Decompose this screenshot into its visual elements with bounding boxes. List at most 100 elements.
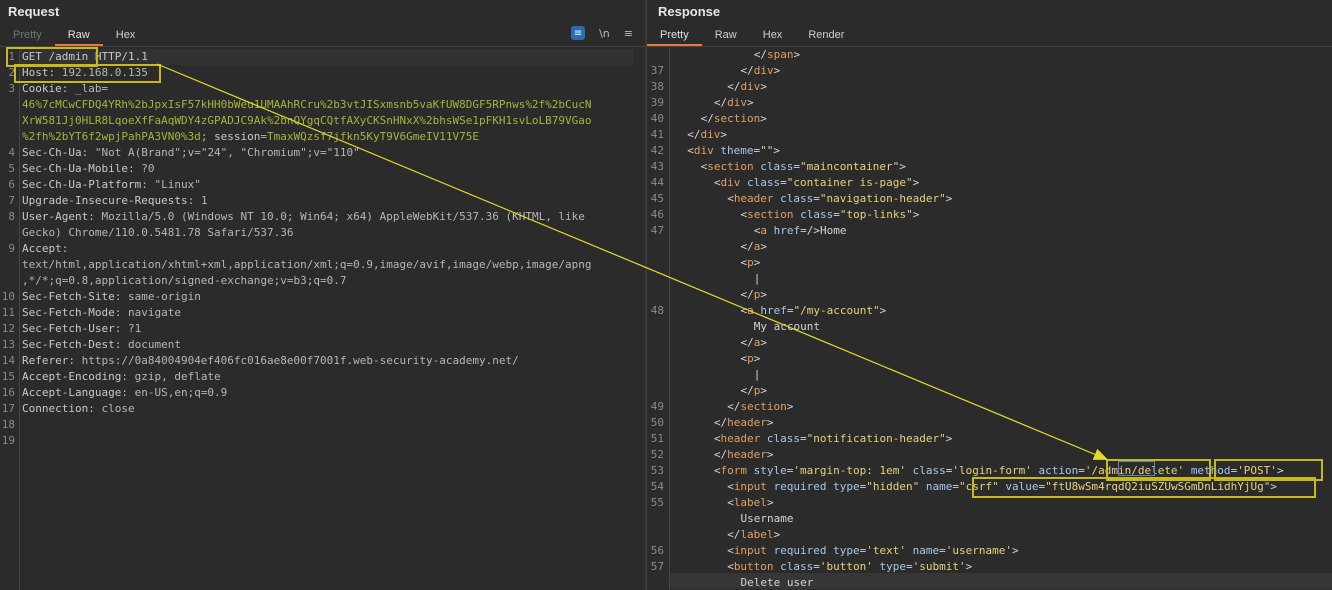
code-token: "maincontainer": [799, 160, 900, 173]
code-token: a: [760, 224, 774, 237]
code-token: div: [727, 96, 748, 109]
line-number: [0, 257, 15, 273]
code-token: "hidden": [866, 480, 920, 493]
line-number: [647, 367, 664, 383]
code-token: : same-origin: [114, 290, 201, 303]
code-token: >: [753, 352, 761, 365]
code-token: type: [833, 480, 860, 493]
code-token: ,*/*;q=0.8,application/signed-exchange;v…: [22, 274, 347, 287]
code-token: <: [713, 464, 721, 477]
code-token: input: [733, 544, 774, 557]
code-token: >: [793, 48, 801, 61]
code-line: Cookie: _lab=: [22, 81, 108, 97]
code-token: Connection: [22, 402, 89, 415]
line-number: [0, 273, 15, 289]
code-token: value: [1005, 480, 1039, 493]
code-token: 'margin-top: 1em': [793, 464, 906, 477]
code-token: : "Not A(Brand";v="24", "Chromium";v="11…: [81, 146, 360, 159]
code-token: type: [879, 560, 907, 573]
code-token: header: [733, 192, 781, 205]
code-token: p: [747, 256, 754, 269]
code-line: <a href="/my-account">: [741, 303, 887, 319]
line-number: 14: [1, 354, 15, 367]
code-token: name: [912, 544, 940, 557]
code-token: >: [945, 432, 953, 445]
tab-raw[interactable]: Raw: [702, 27, 750, 46]
code-token: Gecko) Chrome/110.0.5481.78 Safari/537.3…: [22, 226, 294, 239]
code-token: header: [727, 416, 767, 429]
code-line: Accept-Encoding: gzip, deflate: [22, 369, 221, 385]
code-token: </: [727, 528, 741, 541]
code-token: class: [912, 464, 946, 477]
code-line: </label>: [727, 527, 780, 543]
code-token: >: [912, 208, 920, 221]
code-token: div: [700, 128, 721, 141]
line-number: [647, 255, 664, 271]
line-number: 41: [650, 128, 664, 141]
code-line: <div theme="">: [687, 143, 780, 159]
tab-hex[interactable]: Hex: [750, 27, 796, 46]
line-number: [0, 97, 15, 113]
code-token: >: [766, 496, 774, 509]
tab-render[interactable]: Render: [795, 27, 857, 46]
code-token: >: [899, 160, 906, 173]
wrap-lines-icon[interactable]: ≡: [571, 26, 586, 40]
code-token: name: [925, 480, 953, 493]
request-editor[interactable]: 1 GET /admin HTTP/1.1 2 Host: 192.168.0.135…: [0, 48, 645, 590]
code-token: input: [733, 480, 774, 493]
code-token: GET /admin HTTP/1.1: [22, 50, 148, 63]
code-token: >: [773, 64, 781, 77]
code-token: =: [793, 160, 800, 173]
code-token: section: [713, 112, 761, 125]
code-line: </div>: [687, 127, 727, 143]
response-editor[interactable]: </span> 37 </div> 38 </div> 39 </div> 40 </secti…: [647, 48, 1332, 590]
code-token: method: [1190, 464, 1231, 477]
newline-toggle-button[interactable]: \n: [599, 27, 610, 40]
code-token: theme: [720, 144, 754, 157]
code-token: |: [753, 368, 761, 381]
tab-raw[interactable]: Raw: [54, 27, 103, 46]
code-token: Sec-Fetch-Site: [22, 290, 115, 303]
code-token: TmaxWQzsf7jfkn5KyT9V6GmeIV11V75E: [267, 130, 479, 143]
code-token: >: [760, 336, 767, 349]
code-token: Sec-Fetch-Mode: [22, 306, 115, 319]
code-token: <: [713, 432, 721, 445]
code-line: <button class='button' type='submit'>: [727, 559, 972, 575]
hamburger-menu-icon[interactable]: ≡: [624, 27, 633, 40]
code-token: class: [760, 160, 794, 173]
code-token: =: [939, 544, 946, 557]
code-token: >: [1012, 544, 1019, 557]
line-number: 54: [650, 480, 664, 493]
code-token: Referer: [22, 354, 69, 367]
code-token: href: [773, 224, 801, 237]
code-token: >: [912, 176, 920, 189]
code-token: session: [214, 130, 261, 143]
code-line: </span>: [754, 47, 800, 63]
line-number: [647, 47, 664, 63]
code-line: <section class="maincontainer">: [701, 159, 906, 175]
code-token: >: [760, 112, 767, 125]
code-token: =: [813, 192, 820, 205]
code-token: <: [687, 144, 694, 157]
code-token: 'POST': [1237, 464, 1277, 477]
line-number: 13: [1, 338, 15, 351]
code-token: User-Agent: [22, 210, 89, 223]
code-line: <p>: [741, 255, 761, 271]
code-token: >: [773, 144, 781, 157]
code-token: </: [740, 64, 754, 77]
code-token: Sec-Fetch-Dest: [22, 338, 115, 351]
code-token: >: [786, 400, 794, 413]
line-number: 37: [650, 64, 664, 77]
tab-pretty[interactable]: Pretty: [647, 27, 702, 46]
tab-divider: [0, 46, 645, 47]
line-number: [647, 335, 664, 351]
tab-hex[interactable]: Hex: [103, 27, 149, 46]
code-token: </: [727, 400, 741, 413]
code-token: XrW581Jj0HLR8LqoeXfFaAqWDY4zGPADJC9Ak%2b…: [22, 114, 592, 127]
tab-pretty[interactable]: Pretty: [0, 27, 55, 46]
code-token: Accept: [22, 242, 62, 255]
code-token: : Mozilla/5.0 (Windows NT 10.0; Win64; x…: [88, 210, 585, 223]
